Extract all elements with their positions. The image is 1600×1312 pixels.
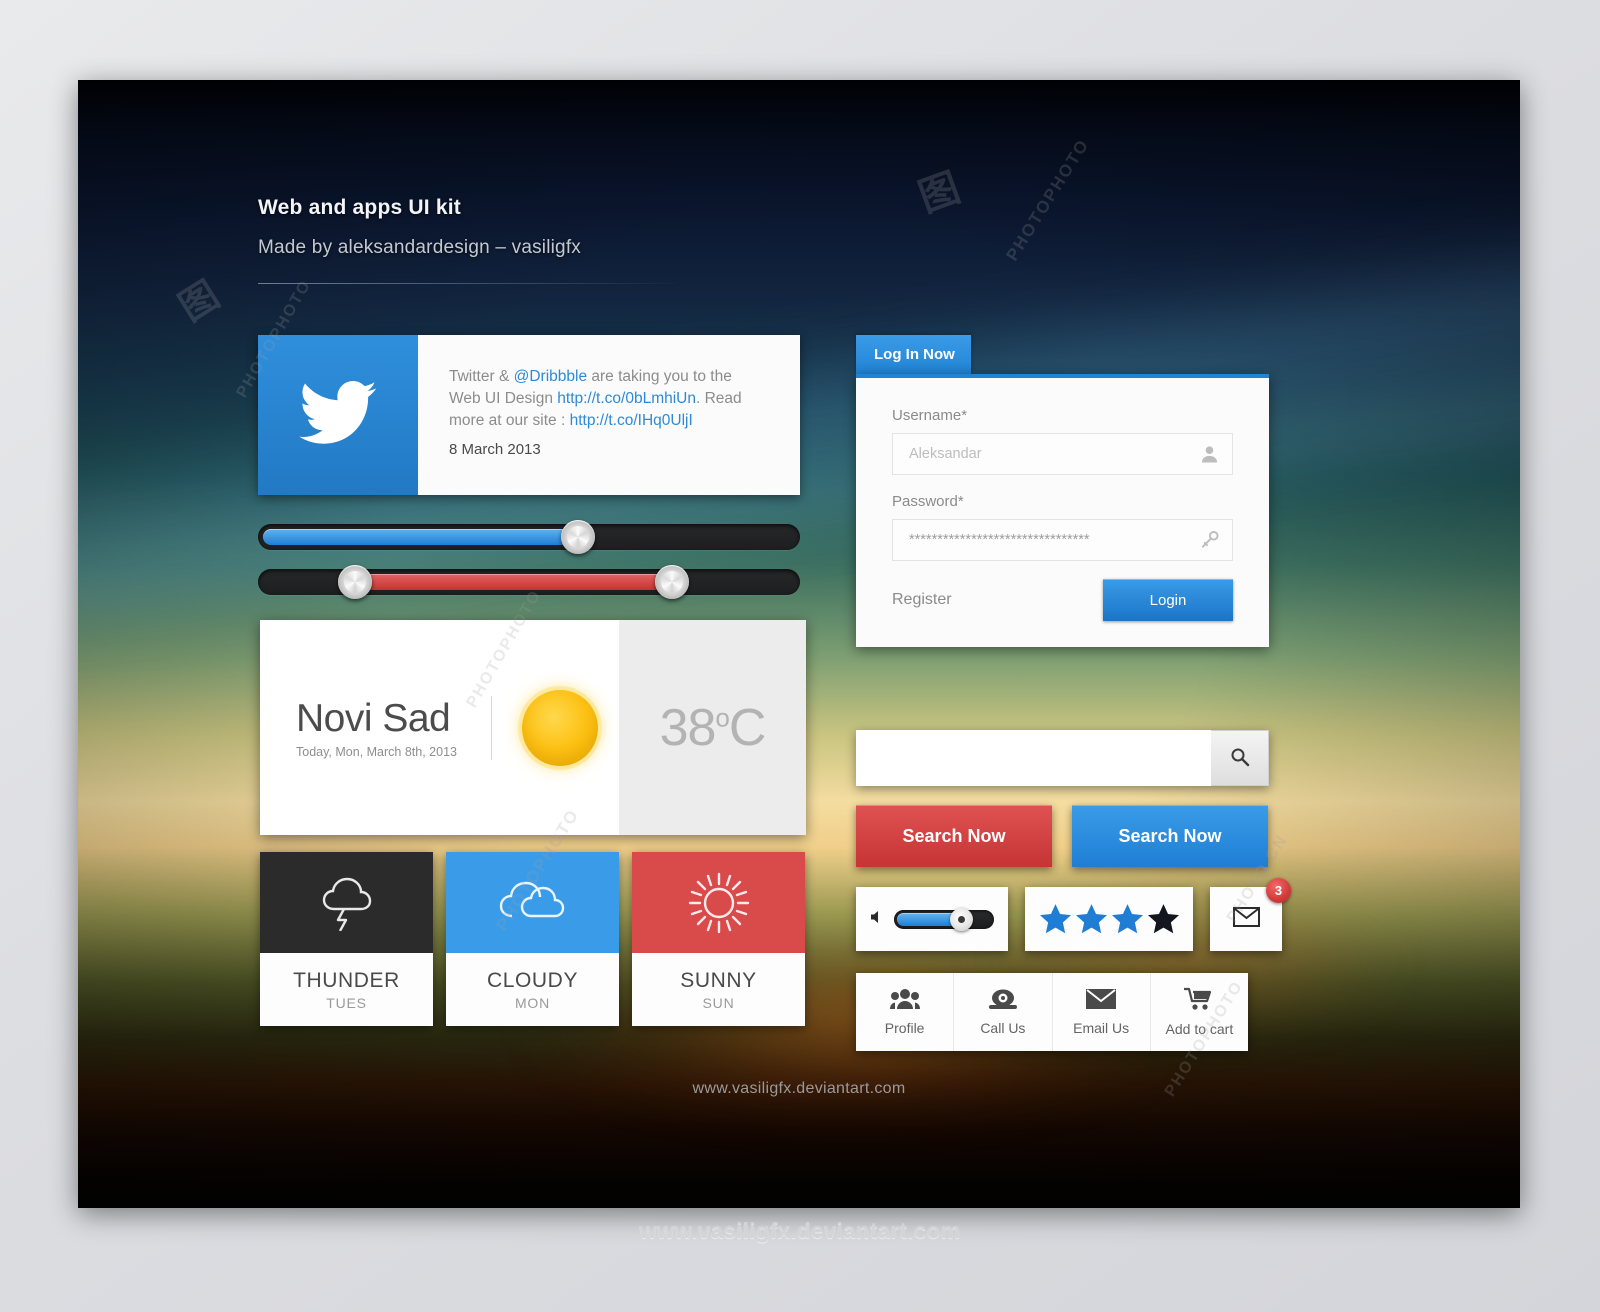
- password-field[interactable]: [892, 519, 1233, 561]
- tweet-text: Twitter & @Dribbble are taking you to th…: [449, 366, 766, 432]
- sun-rays-icon: [632, 852, 805, 953]
- search-icon: [1230, 747, 1250, 770]
- search-button-row: Search Now Search Now: [856, 805, 1268, 867]
- ui-kit-canvas: Web and apps UI kit Made by aleksandarde…: [78, 80, 1520, 1208]
- mail-widget[interactable]: 3: [1210, 878, 1291, 951]
- degree-symbol: o: [715, 702, 730, 733]
- sun-icon: [521, 689, 598, 766]
- forecast-label-sunny: SUNNY SUN: [632, 953, 805, 1026]
- login-button[interactable]: Login: [1103, 579, 1233, 621]
- header-divider: [258, 283, 676, 284]
- forecast-tile-cloudy[interactable]: CLOUDY MON: [446, 852, 619, 1026]
- tweet-link-2[interactable]: http://t.co/IHq0UljI: [570, 412, 693, 429]
- canvas-footer-link[interactable]: www.vasiligfx.deviantart.com: [78, 1080, 1520, 1098]
- star-icon-empty[interactable]: [1147, 904, 1179, 934]
- user-icon: [1200, 445, 1219, 464]
- page-title: Web and apps UI kit: [258, 196, 461, 219]
- star-icon-filled[interactable]: [1075, 904, 1107, 934]
- small-widgets-row: 3: [856, 878, 1291, 951]
- username-input[interactable]: [909, 446, 1188, 462]
- search-submit-button[interactable]: [1211, 730, 1269, 786]
- profile-label: Profile: [884, 1020, 925, 1036]
- cart-icon: [1184, 987, 1214, 1016]
- login-footer: Register Login: [892, 579, 1233, 621]
- profile-button[interactable]: Profile: [856, 973, 955, 1051]
- search-now-blue-button[interactable]: Search Now: [1072, 805, 1268, 867]
- add-to-cart-label: Add to cart: [1165, 1021, 1234, 1037]
- forecast-day-name: CLOUDY: [486, 969, 579, 992]
- forecast-row: THUNDER TUES CLOUDY MON SUNNY SUN: [260, 852, 805, 1026]
- volume-slider-handle[interactable]: [950, 907, 973, 931]
- add-to-cart-button[interactable]: Add to cart: [1151, 973, 1248, 1051]
- tweet-text-part1: Twitter &: [449, 368, 514, 385]
- forecast-day-abbr: MON: [514, 995, 551, 1011]
- forecast-day-abbr: SUN: [702, 995, 735, 1011]
- people-icon: [889, 988, 920, 1015]
- blue-slider-handle[interactable]: [561, 520, 595, 554]
- outer-watermark-link: www.vasiligfx.deviantart.com: [639, 1218, 961, 1243]
- search-now-red-button[interactable]: Search Now: [856, 805, 1052, 867]
- email-us-label: Email Us: [1073, 1020, 1130, 1036]
- forecast-label-cloudy: CLOUDY MON: [446, 953, 619, 1026]
- search-input[interactable]: [856, 730, 1211, 786]
- weather-temperature-panel: 38oC: [619, 620, 806, 835]
- red-slider-fill: [360, 574, 678, 590]
- phone-icon: [988, 988, 1018, 1015]
- weather-date: Today, Mon, March 8th, 2013: [296, 744, 457, 759]
- tweet-link-1[interactable]: http://t.co/0bLmhiUn: [557, 390, 696, 407]
- weather-divider: [490, 695, 492, 760]
- username-field[interactable]: [892, 433, 1233, 475]
- forecast-day-abbr: TUES: [326, 995, 367, 1011]
- red-slider-handle-left[interactable]: [338, 565, 372, 599]
- weather-location-block: Novi Sad Today, Mon, March 8th, 2013: [296, 697, 457, 759]
- twitter-logo-panel: [258, 335, 418, 495]
- mail-badge: 3: [1266, 878, 1291, 903]
- tweet-handle-link[interactable]: @Dribbble: [514, 368, 587, 385]
- speaker-icon: [870, 910, 885, 929]
- twitter-bird-icon: [299, 380, 377, 450]
- page-subtitle: Made by aleksandardesign – vasiligfx: [258, 237, 581, 258]
- star-icon-filled[interactable]: [1111, 904, 1143, 934]
- forecast-day-name: SUNNY: [680, 969, 757, 992]
- volume-widget[interactable]: [856, 887, 1008, 951]
- star-rating-widget[interactable]: [1025, 887, 1193, 951]
- weather-main: Novi Sad Today, Mon, March 8th, 2013: [260, 620, 619, 835]
- register-link[interactable]: Register: [892, 591, 952, 609]
- forecast-tile-thunder[interactable]: THUNDER TUES: [260, 852, 433, 1026]
- weather-widget: Novi Sad Today, Mon, March 8th, 2013 38o…: [260, 620, 806, 835]
- temperature-value: 38: [659, 698, 717, 757]
- temperature-unit: C: [728, 698, 767, 757]
- action-icon-bar: Profile Call Us Email Us Add to cart: [856, 973, 1248, 1051]
- weather-temperature: 38oC: [659, 698, 767, 758]
- search-bar[interactable]: [856, 730, 1269, 786]
- red-slider-handle-right[interactable]: [655, 565, 689, 599]
- twitter-card: Twitter & @Dribbble are taking you to th…: [258, 335, 800, 495]
- login-tab[interactable]: Log In Now: [856, 335, 971, 374]
- key-icon: [1200, 530, 1219, 550]
- login-panel: Username* Password* Register Login: [856, 374, 1269, 647]
- blue-slider-fill: [263, 529, 575, 545]
- envelope-icon: [1086, 988, 1117, 1015]
- tweet-date: 8 March 2013: [449, 441, 541, 458]
- username-label: Username*: [892, 407, 968, 424]
- weather-city: Novi Sad: [296, 696, 451, 740]
- twitter-content: Twitter & @Dribbble are taking you to th…: [418, 335, 800, 495]
- blue-slider[interactable]: [258, 520, 800, 554]
- red-range-slider[interactable]: [258, 565, 800, 599]
- call-us-button[interactable]: Call Us: [954, 973, 1053, 1051]
- password-input[interactable]: [909, 532, 1188, 548]
- call-us-label: Call Us: [980, 1020, 1026, 1036]
- forecast-tile-sunny[interactable]: SUNNY SUN: [632, 852, 805, 1026]
- star-icon-filled[interactable]: [1039, 904, 1071, 934]
- thunder-cloud-icon: [260, 852, 433, 953]
- forecast-day-name: THUNDER: [293, 969, 400, 992]
- password-label: Password*: [892, 493, 964, 510]
- volume-slider[interactable]: [894, 907, 994, 931]
- envelope-icon: [1232, 906, 1260, 932]
- forecast-label-thunder: THUNDER TUES: [260, 953, 433, 1026]
- email-us-button[interactable]: Email Us: [1053, 973, 1151, 1051]
- cloud-icon: [446, 852, 619, 953]
